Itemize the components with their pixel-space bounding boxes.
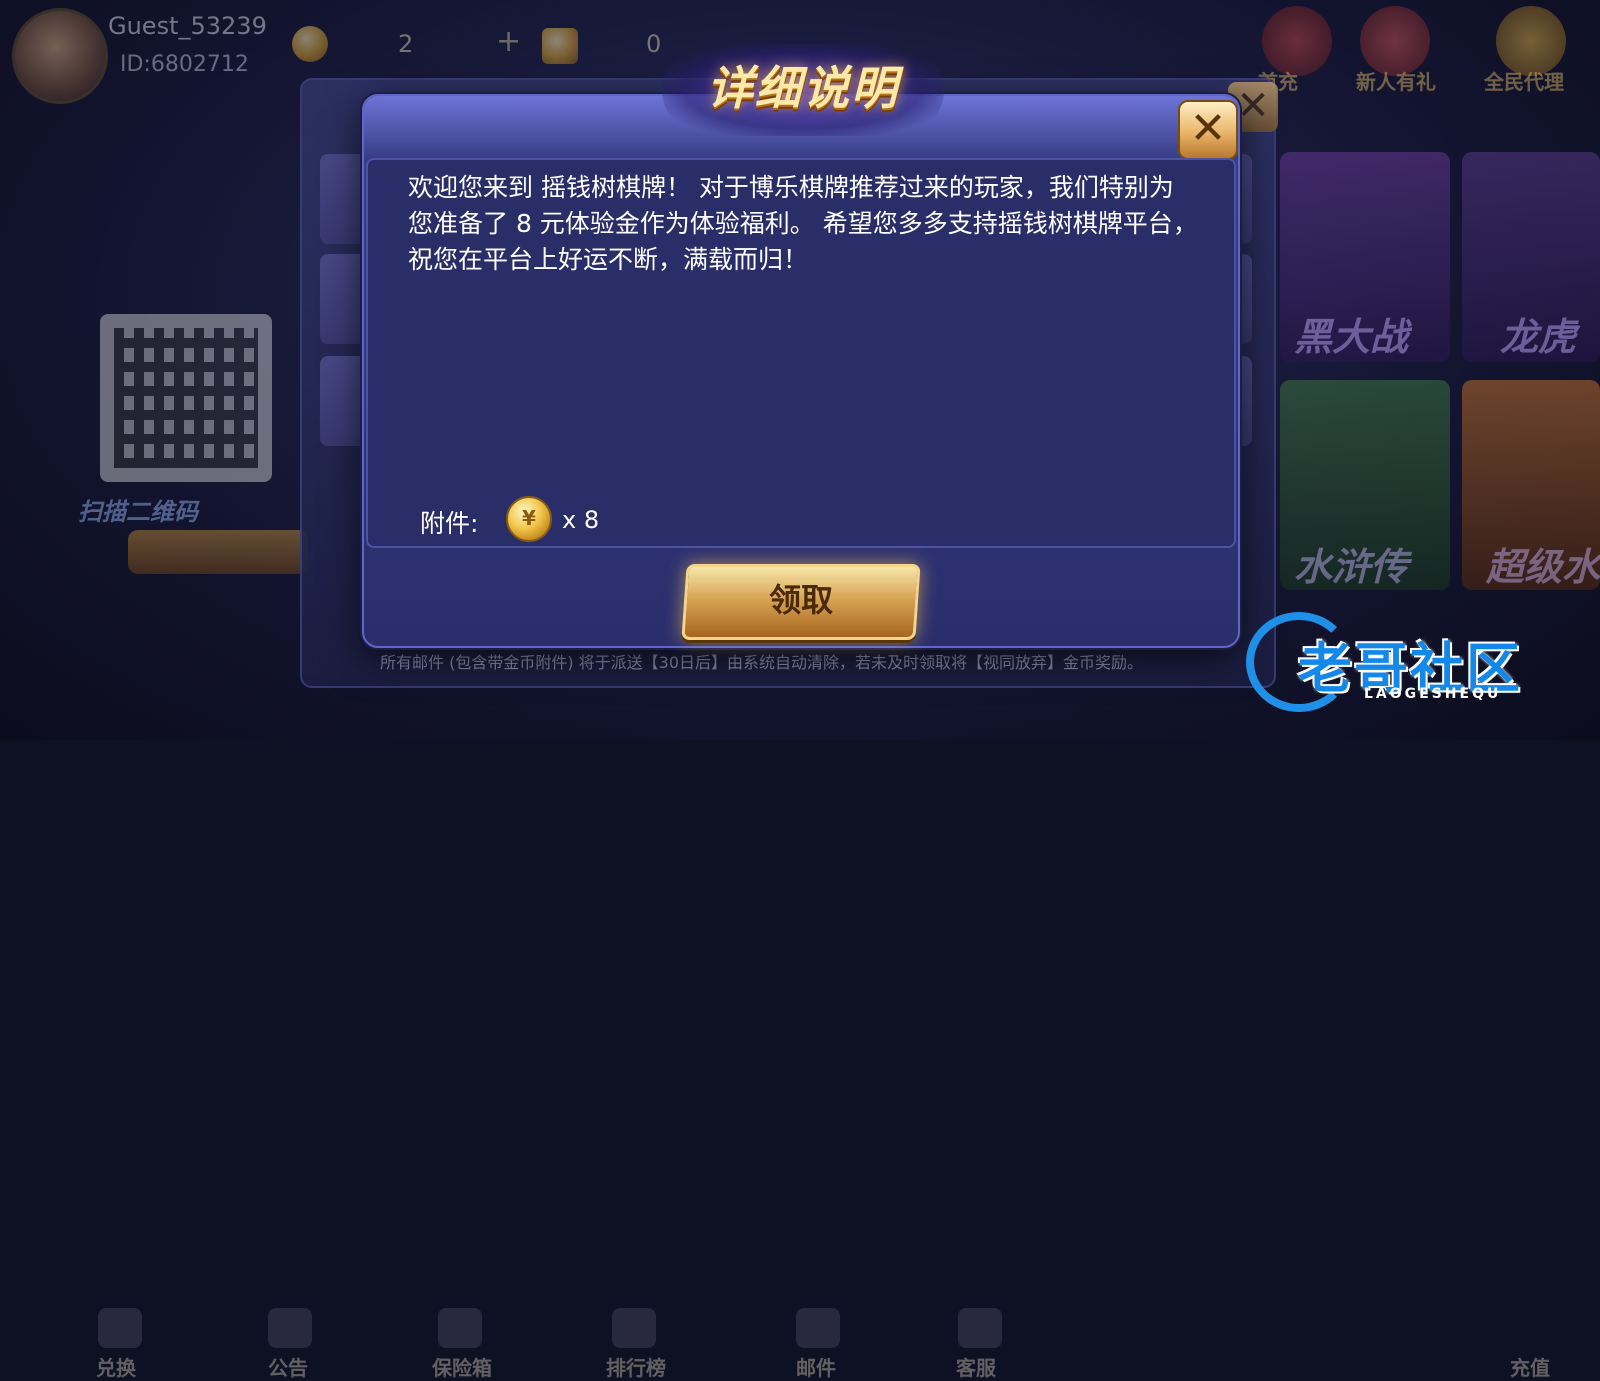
nav-service[interactable]: 客服 — [956, 1352, 996, 1381]
coin-icon — [292, 26, 328, 62]
ticket-icon — [542, 28, 578, 64]
qr-pattern — [114, 328, 258, 468]
welcome-message: 欢迎您来到 摇钱树棋牌！ 对于博乐棋牌推荐过来的玩家，我们特别为您准备了 8 元… — [408, 173, 1198, 274]
mail-expiry-note: 所有邮件 (包含带金币附件) 将于派送【30日后】由系统自动清除，若未及时领取将… — [380, 653, 1144, 672]
service-icon[interactable] — [958, 1308, 1002, 1348]
nav-announcement[interactable]: 公告 — [268, 1352, 308, 1381]
player-id: ID:6802712 — [120, 52, 249, 77]
ranking-icon[interactable] — [612, 1308, 656, 1348]
download-button[interactable] — [128, 530, 308, 574]
nav-mail[interactable]: 邮件 — [796, 1352, 836, 1381]
qr-code — [100, 314, 272, 482]
close-button[interactable]: ✕ — [1178, 100, 1238, 160]
watermark-logo: 老哥社区 LAOGESHEQU — [1246, 604, 1586, 712]
attachment-label: 附件: — [420, 509, 479, 538]
game-label-super: 超级水 — [1486, 545, 1600, 589]
claim-button[interactable]: 领取 — [681, 564, 921, 640]
watermark-subtext: LAOGESHEQU — [1364, 686, 1502, 702]
exchange-icon[interactable] — [98, 1308, 142, 1348]
coin-balance: 2 — [398, 30, 414, 58]
ticket-balance: 0 — [646, 30, 662, 58]
claim-button-label: 领取 — [769, 581, 834, 619]
game-label-water-margin: 水浒传 — [1294, 545, 1409, 589]
mail-icon[interactable] — [796, 1308, 840, 1348]
newbie-gift-label: 新人有礼 — [1356, 70, 1436, 94]
safe-icon[interactable] — [438, 1308, 482, 1348]
nav-safe[interactable]: 保险箱 — [432, 1352, 492, 1381]
nav-exchange[interactable]: 兑换 — [96, 1352, 136, 1381]
player-avatar[interactable] — [12, 8, 108, 104]
add-coins-plus-icon[interactable]: + — [496, 24, 521, 59]
attachment-count: x 8 — [562, 506, 600, 534]
announcement-icon[interactable] — [268, 1308, 312, 1348]
dialog-title: 详细说明 — [707, 61, 899, 115]
gold-coin-icon: ¥ — [506, 496, 552, 542]
nav-recharge[interactable]: 充值 — [1510, 1352, 1550, 1381]
agent-label: 全民代理 — [1484, 70, 1564, 94]
player-name: Guest_53239 — [108, 12, 267, 40]
game-label-blackjack: 黑大战 — [1294, 315, 1409, 359]
nav-ranking[interactable]: 排行榜 — [606, 1352, 666, 1381]
game-label-dragon-tiger: 龙虎 — [1500, 315, 1577, 359]
scan-qr-label: 扫描二维码 — [78, 498, 198, 526]
